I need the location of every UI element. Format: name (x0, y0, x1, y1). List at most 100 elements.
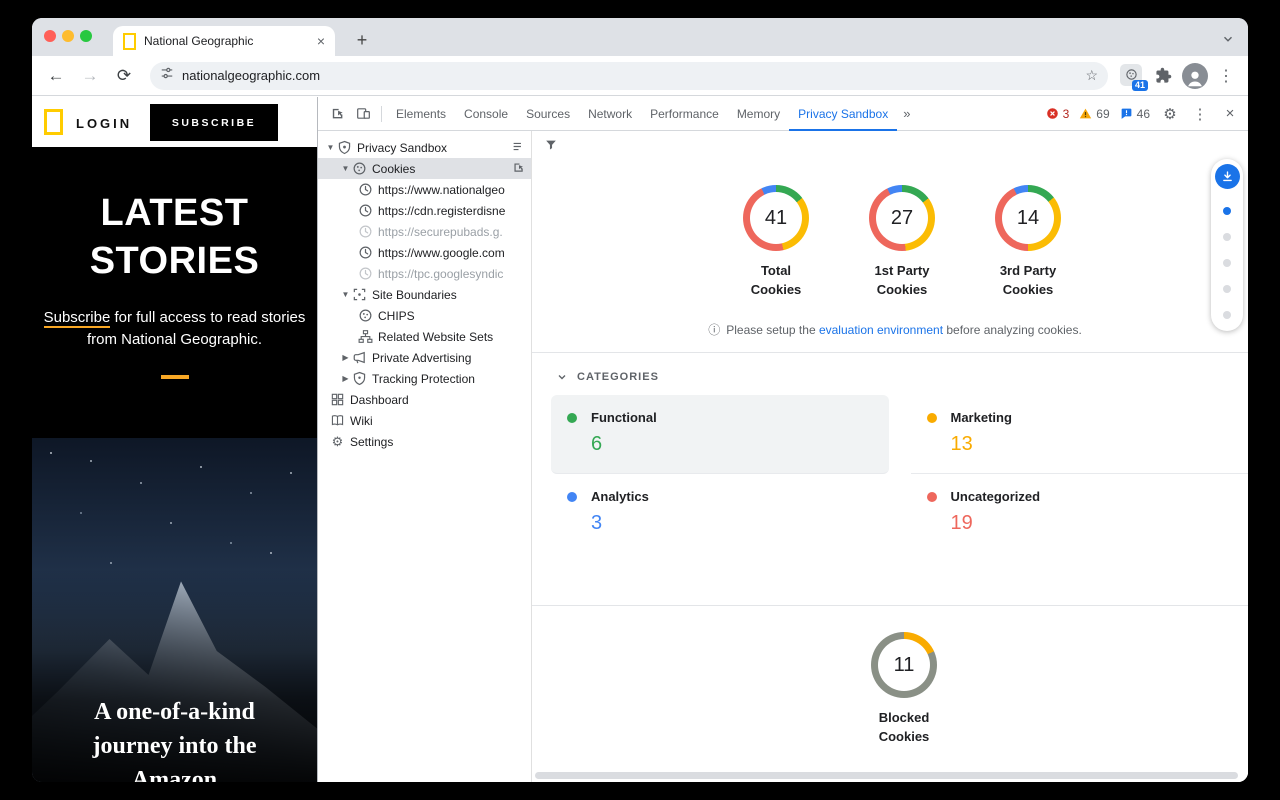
tree-item-private-advertising[interactable]: ▶ Private Advertising (318, 347, 531, 368)
site-settings-icon[interactable] (160, 66, 174, 85)
story-title[interactable]: A one-of-a-kind journey into the Amazon (32, 695, 317, 782)
third-party-cookies-card: 14 3rd Party Cookies (982, 185, 1074, 299)
tab-search-chevron-icon[interactable] (1216, 27, 1240, 51)
analytics-dot (567, 492, 577, 502)
devtools-close-icon[interactable]: × (1220, 105, 1240, 122)
browser-tab[interactable]: National Geographic × (113, 26, 335, 56)
first-party-cookies-card: 27 1st Party Cookies (856, 185, 948, 299)
marketing-count: 13 (951, 433, 1233, 456)
inspect-element-icon[interactable] (324, 101, 350, 127)
forward-button[interactable]: → (76, 62, 104, 90)
tree-item-chips[interactable]: CHIPS (318, 305, 531, 326)
download-report-button[interactable] (1215, 164, 1240, 189)
analytics-count: 3 (591, 512, 873, 535)
expand-arrow-icon[interactable]: ▼ (340, 164, 351, 173)
minimize-window-button[interactable] (62, 30, 74, 42)
tree-menu-icon[interactable] (512, 140, 525, 156)
bookmark-star-icon[interactable]: ☆ (1085, 67, 1098, 84)
expand-arrow-icon[interactable]: ▼ (325, 143, 336, 152)
device-toolbar-icon[interactable] (350, 101, 376, 127)
devtools-settings-gear-icon[interactable]: ⚙ (1160, 105, 1180, 123)
tree-item-dashboard[interactable]: Dashboard (318, 389, 531, 410)
zoom-window-button[interactable] (80, 30, 92, 42)
browser-toolbar: ← → ⟳ nationalgeographic.com ☆ 41 ⋮ (32, 56, 1248, 96)
console-warning-counter[interactable]: 69 (1079, 107, 1109, 121)
tree-item-cookies[interactable]: ▼ Cookies (318, 158, 531, 179)
category-cell-functional[interactable]: Functional 6 (551, 395, 889, 474)
tab-network[interactable]: Network (579, 97, 641, 131)
tree-item-related-website-sets[interactable]: Related Website Sets (318, 326, 531, 347)
inspect-row-icon[interactable] (512, 161, 525, 177)
categories-section-header[interactable]: CATEGORIES (532, 353, 1248, 391)
url-bar[interactable]: nationalgeographic.com ☆ (150, 62, 1108, 90)
tab-strip: National Geographic × + (32, 18, 1248, 56)
console-error-counter[interactable]: 3 (1046, 107, 1070, 121)
more-tabs-icon[interactable]: » (897, 106, 916, 121)
natgeo-logo[interactable] (44, 109, 63, 135)
tab-console[interactable]: Console (455, 97, 517, 131)
headline-stories: STORIES (32, 237, 317, 285)
evaluation-environment-link[interactable]: evaluation environment (819, 323, 943, 337)
story-hero-image[interactable]: A one-of-a-kind journey into the Amazon (32, 438, 317, 782)
categories-grid: Functional 6 Marketing 13 Analytics 3 (532, 391, 1248, 553)
new-tab-button[interactable]: + (348, 26, 376, 54)
category-cell-marketing[interactable]: Marketing 13 (911, 395, 1249, 474)
section-nav-dot[interactable] (1223, 259, 1231, 267)
marketing-dot (927, 413, 937, 423)
setup-info-note: ⓘ Please setup the evaluation environmen… (532, 321, 1248, 338)
tab-close-icon[interactable]: × (317, 33, 325, 49)
extensions-puzzle-icon[interactable] (1150, 63, 1176, 89)
tab-privacy-sandbox[interactable]: Privacy Sandbox (789, 97, 897, 131)
cookie-extension-button[interactable]: 41 (1120, 64, 1144, 88)
close-window-button[interactable] (44, 30, 56, 42)
blocked-cookies-donut: 11 (871, 632, 937, 698)
horizontal-scrollbar[interactable] (535, 772, 1238, 779)
scrollbar-thumb[interactable] (535, 772, 1238, 779)
tree-item-wiki[interactable]: Wiki (318, 410, 531, 431)
tree-item-site-boundaries[interactable]: ▼ Site Boundaries (318, 284, 531, 305)
blocked-cookies-card: 11 Blocked Cookies (844, 632, 964, 746)
gear-icon: ⚙ (330, 434, 345, 449)
collapse-arrow-icon[interactable]: ▶ (340, 353, 351, 362)
tab-elements[interactable]: Elements (387, 97, 455, 131)
browser-menu-icon[interactable]: ⋮ (1214, 66, 1238, 86)
category-cell-analytics[interactable]: Analytics 3 (551, 474, 889, 553)
tree-item-tracking-protection[interactable]: ▶ Tracking Protection (318, 368, 531, 389)
expand-arrow-icon[interactable]: ▼ (340, 290, 351, 299)
filter-funnel-icon[interactable] (544, 139, 558, 156)
tree-item-privacy-sandbox[interactable]: ▼ Privacy Sandbox (318, 137, 531, 158)
issues-counter[interactable]: 46 (1120, 107, 1150, 121)
tree-item-cookie-origin[interactable]: https://securepubads.g. (318, 221, 531, 242)
devtools-panel: Elements Console Sources Network Perform… (317, 97, 1248, 782)
subscribe-button[interactable]: SUBSCRIBE (150, 104, 278, 141)
tab-memory[interactable]: Memory (728, 97, 789, 131)
category-cell-uncategorized[interactable]: Uncategorized 19 (911, 474, 1249, 553)
tab-performance[interactable]: Performance (641, 97, 728, 131)
tree-item-cookie-origin[interactable]: https://cdn.registerdisne (318, 200, 531, 221)
tab-sources[interactable]: Sources (517, 97, 579, 131)
devtools-menu-icon[interactable]: ⋮ (1190, 105, 1210, 123)
back-button[interactable]: ← (42, 62, 70, 90)
tree-item-settings[interactable]: ⚙ Settings (318, 431, 531, 452)
subscribe-inline-link[interactable]: Subscribe (44, 309, 111, 328)
section-nav-dot[interactable] (1223, 207, 1231, 215)
section-nav-dot[interactable] (1223, 311, 1231, 319)
section-nav-dot[interactable] (1223, 285, 1231, 293)
third-party-cookies-donut: 14 (995, 185, 1061, 251)
cookie-summary-charts: 41 Total Cookies 27 (532, 185, 1248, 299)
section-divider (532, 605, 1248, 606)
tree-item-cookie-origin[interactable]: https://www.google.com (318, 242, 531, 263)
tree-item-cookie-origin[interactable]: https://www.nationalgeo (318, 179, 531, 200)
total-cookies-donut: 41 (743, 185, 809, 251)
webpage-viewport: LOGIN SUBSCRIBE LATEST STORIES Subscribe… (32, 97, 317, 782)
uncategorized-count: 19 (951, 512, 1233, 535)
tab-title: National Geographic (144, 34, 309, 48)
reload-button[interactable]: ⟳ (110, 62, 138, 90)
section-nav-dot[interactable] (1223, 233, 1231, 241)
login-link[interactable]: LOGIN (76, 116, 132, 131)
profile-avatar[interactable] (1182, 63, 1208, 89)
uncategorized-dot (927, 492, 937, 502)
total-cookies-card: 41 Total Cookies (730, 185, 822, 299)
collapse-arrow-icon[interactable]: ▶ (340, 374, 351, 383)
tree-item-cookie-origin[interactable]: https://tpc.googlesyndic (318, 263, 531, 284)
